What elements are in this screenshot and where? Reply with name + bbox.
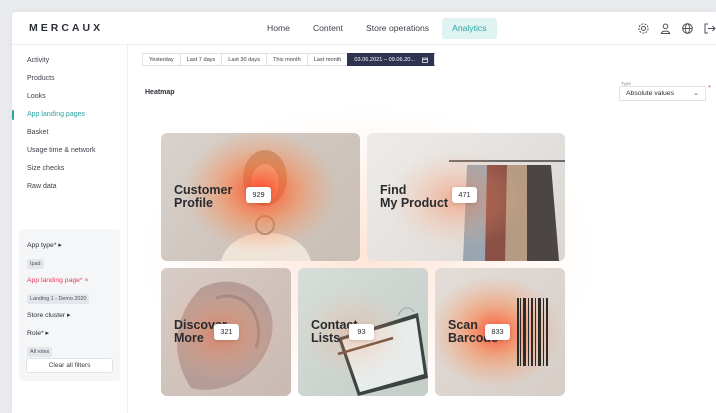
top-icons xyxy=(637,22,716,35)
sidebar-item-basket[interactable]: Basket xyxy=(12,124,127,142)
sidebar-item-products[interactable]: Products xyxy=(12,70,127,88)
tile-title-line2: My Product xyxy=(380,196,449,210)
brand-logo[interactable]: MERCAUX xyxy=(29,22,103,34)
date-last-month-button[interactable]: Last month xyxy=(306,53,348,66)
store-cluster-filter[interactable]: Store cluster ▸ xyxy=(27,310,112,322)
sidebar-item-activity[interactable]: Activity xyxy=(12,52,127,70)
tile-customer-profile-title: Customer Profile xyxy=(174,184,232,210)
logout-icon[interactable] xyxy=(703,22,716,35)
tile-scan-barcode[interactable]: Scan Barcode 833 xyxy=(435,268,565,396)
date-range-selector: Yesterday Last 7 days Last 30 days This … xyxy=(142,53,435,66)
tile-title-line2: Profile xyxy=(174,196,213,210)
tile-find-my-product-count: 471 xyxy=(452,187,477,203)
date-last-7-days-button[interactable]: Last 7 days xyxy=(179,53,222,66)
date-custom-range-button[interactable]: 03.06.2021 – 09.06.20... xyxy=(347,53,435,66)
main-nav: Home Content Store operations Analytics xyxy=(257,18,500,39)
nav-analytics[interactable]: Analytics xyxy=(442,18,497,39)
main-content: Yesterday Last 7 days Last 30 days This … xyxy=(129,45,716,413)
type-select[interactable]: Absolute values ⌄ xyxy=(619,86,706,101)
app-type-filter[interactable]: App type* ▸ xyxy=(27,240,112,252)
app-landing-page-filter[interactable]: App landing page* × xyxy=(27,275,112,287)
app-window: MERCAUX Home Content Store operations An… xyxy=(12,12,716,413)
tile-discover-more[interactable]: Discover More 321 xyxy=(161,268,291,396)
filters-panel: App type* ▸ Ipad App landing page* × Lan… xyxy=(19,229,120,381)
tile-contact-lists[interactable]: Contact Lists 93 xyxy=(298,268,428,396)
calendar-icon xyxy=(421,57,428,63)
sidebar-item-size-checks[interactable]: Size checks xyxy=(12,160,127,178)
type-select-value: Absolute values xyxy=(626,90,674,97)
nav-home[interactable]: Home xyxy=(257,18,300,39)
sidebar-item-looks[interactable]: Looks xyxy=(12,88,127,106)
tile-scan-barcode-count: 833 xyxy=(485,324,510,340)
date-custom-range-label: 03.06.2021 – 09.06.20... xyxy=(354,57,416,63)
sidebar: Activity Products Looks App landing page… xyxy=(12,45,128,413)
landing-page-chip[interactable]: Landing 1 - Demo 2020 xyxy=(27,294,90,304)
tile-discover-more-count: 321 xyxy=(214,324,239,340)
required-marker: * xyxy=(708,85,711,92)
sidebar-item-usage-time[interactable]: Usage time & network xyxy=(12,142,127,160)
clear-filters-button[interactable]: Clear all filters xyxy=(26,358,113,373)
tile-customer-profile[interactable]: Customer Profile 929 xyxy=(161,133,360,261)
gear-icon[interactable] xyxy=(637,22,650,35)
date-last-30-days-button[interactable]: Last 30 days xyxy=(221,53,267,66)
tile-find-my-product-title: Find My Product xyxy=(380,184,448,210)
globe-icon[interactable] xyxy=(681,22,694,35)
date-yesterday-button[interactable]: Yesterday xyxy=(142,53,180,66)
chevron-down-icon: ⌄ xyxy=(693,90,699,97)
tile-find-my-product[interactable]: Find My Product 471 xyxy=(367,133,565,261)
nav-content[interactable]: Content xyxy=(303,18,353,39)
heatmap-title: Heatmap xyxy=(145,89,175,96)
tile-contact-lists-count: 93 xyxy=(349,324,374,340)
sidebar-item-app-landing-pages[interactable]: App landing pages xyxy=(12,106,127,124)
app-type-chip[interactable]: Ipad xyxy=(27,259,44,269)
sidebar-menu: Activity Products Looks App landing page… xyxy=(12,45,127,196)
sidebar-item-raw-data[interactable]: Raw data xyxy=(12,178,127,196)
role-filter[interactable]: Role* ▸ xyxy=(27,328,112,340)
date-this-month-button[interactable]: This month xyxy=(266,53,307,66)
user-icon[interactable] xyxy=(659,22,672,35)
role-chip[interactable]: All roles xyxy=(27,347,53,357)
tile-customer-profile-count: 929 xyxy=(246,187,271,203)
nav-store-operations[interactable]: Store operations xyxy=(356,18,439,39)
top-bar: MERCAUX Home Content Store operations An… xyxy=(12,12,716,45)
